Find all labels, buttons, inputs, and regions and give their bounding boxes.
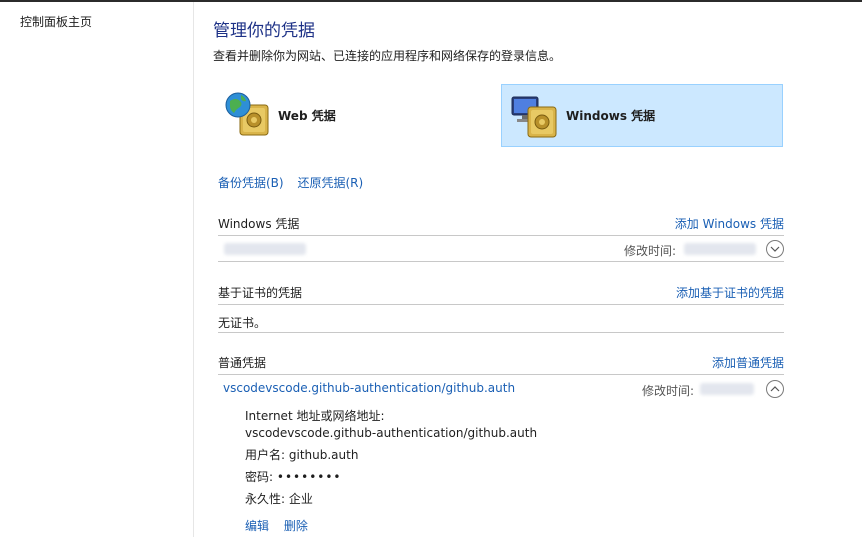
- generic-credential-row[interactable]: vscodevscode.github-authentication/githu…: [218, 379, 784, 401]
- monitor-vault-icon: [510, 91, 560, 141]
- credential-name[interactable]: vscodevscode.github-authentication/githu…: [223, 381, 515, 395]
- chevron-up-icon[interactable]: [766, 380, 784, 398]
- credential-details: Internet 地址或网络地址: vscodevscode.github-au…: [245, 408, 537, 513]
- internet-address-field: Internet 地址或网络地址: vscodevscode.github-au…: [245, 408, 537, 442]
- modified-time-label: 修改时间:: [641, 384, 694, 398]
- section-title: Windows 凭据: [218, 217, 300, 231]
- persistence-label: 永久性:: [245, 492, 286, 506]
- control-panel-home-link[interactable]: 控制面板主页: [20, 13, 92, 30]
- divider: [218, 235, 784, 236]
- windows-credentials-section-header: Windows 凭据 添加 Windows 凭据: [218, 215, 784, 235]
- internet-address-label: Internet 地址或网络地址:: [245, 409, 385, 423]
- persistence-value: 企业: [288, 492, 313, 506]
- page-title: 管理你的凭据: [213, 21, 315, 41]
- windows-credentials-tile[interactable]: Windows 凭据: [501, 84, 783, 147]
- username-field: 用户名: github.auth: [245, 447, 537, 464]
- restore-credentials-link[interactable]: 还原凭据(R): [297, 176, 363, 190]
- credential-actions: 编辑 删除: [245, 517, 308, 534]
- page-subtitle: 查看并删除你为网站、已连接的应用程序和网络保存的登录信息。: [213, 49, 562, 63]
- redacted-modified-time: [700, 383, 754, 395]
- edit-credential-link[interactable]: 编辑: [245, 519, 269, 533]
- password-label: 密码:: [245, 470, 274, 484]
- divider: [218, 261, 784, 262]
- backup-restore-links: 备份凭据(B) 还原凭据(R): [218, 174, 363, 191]
- chevron-down-icon[interactable]: [766, 240, 784, 258]
- redacted-credential-name: [224, 243, 306, 255]
- windows-credentials-label: Windows 凭据: [566, 109, 656, 123]
- generic-credentials-section-header: 普通凭据 添加普通凭据: [218, 354, 784, 374]
- redacted-modified-time: [684, 243, 756, 255]
- internet-address-value: vscodevscode.github-authentication/githu…: [245, 426, 538, 440]
- section-title: 基于证书的凭据: [218, 286, 303, 300]
- web-credentials-label: Web 凭据: [278, 109, 336, 123]
- sidebar: 控制面板主页: [0, 2, 194, 537]
- modified-time-label: 修改时间:: [623, 244, 676, 258]
- globe-vault-icon: [222, 91, 272, 141]
- windows-credential-row[interactable]: 修改时间:: [218, 239, 784, 261]
- no-certificates-text: 无证书。: [218, 316, 267, 330]
- delete-credential-link[interactable]: 删除: [284, 519, 308, 533]
- username-value: github.auth: [288, 448, 359, 462]
- section-title: 普通凭据: [218, 356, 267, 370]
- add-certificate-credential-link[interactable]: 添加基于证书的凭据: [676, 284, 784, 301]
- certificate-credentials-section-header: 基于证书的凭据 添加基于证书的凭据: [218, 284, 784, 304]
- divider: [218, 332, 784, 333]
- add-windows-credential-link[interactable]: 添加 Windows 凭据: [675, 215, 784, 232]
- username-label: 用户名:: [245, 448, 286, 462]
- divider: [218, 304, 784, 305]
- divider: [218, 374, 784, 375]
- password-field: 密码: ••••••••: [245, 469, 537, 486]
- persistence-field: 永久性: 企业: [245, 491, 537, 508]
- password-value: ••••••••: [276, 470, 342, 484]
- web-credentials-tile[interactable]: Web 凭据: [218, 84, 478, 147]
- add-generic-credential-link[interactable]: 添加普通凭据: [712, 354, 784, 371]
- backup-credentials-link[interactable]: 备份凭据(B): [218, 176, 284, 190]
